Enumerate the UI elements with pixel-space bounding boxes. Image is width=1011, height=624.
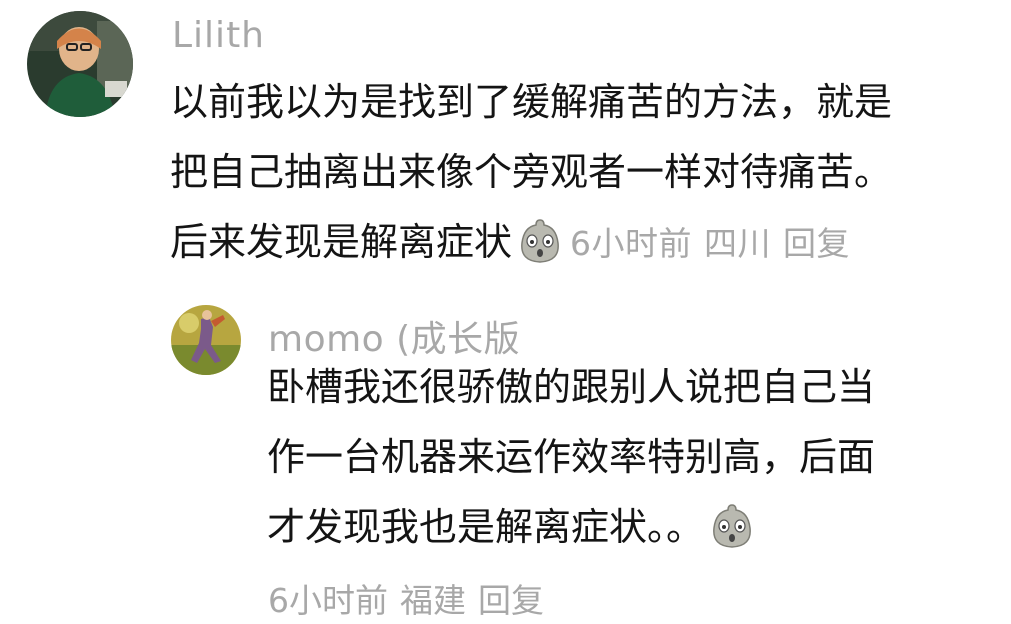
comment-line: 以前我以为是找到了缓解痛苦的方法，就是 [170,80,893,124]
reply-comment-item: momo (成长版 卧槽我还很骄傲的跟别人说把自己当 作一台机器来运作效率特别高… [0,290,1011,624]
avatar-image [27,11,133,117]
comment-meta: 6小时前 福建 回复 [268,574,556,622]
comment-line-last: 才发现我也是解离症状。。 [267,492,875,562]
avatar-image [171,305,241,375]
shocked-face-emoji-icon [516,217,564,265]
shocked-face-emoji-icon [708,502,756,550]
comment-text: 以前我以为是找到了缓解痛苦的方法，就是 把自己抽离出来像个旁观者一样对待痛苦。 … [170,67,892,277]
location: 四川 [704,224,772,263]
comment-line-text: 才发现我也是解离症状。。 [267,505,705,549]
location: 福建 [400,581,466,620]
comment-line-last: 后来发现是解离症状 6小时前 四川 回复 [170,207,892,277]
comment-line: 把自己抽离出来像个旁观者一样对待痛苦。 [170,150,893,194]
comment-line: 作一台机器来运作效率特别高，后面 [267,435,876,479]
timestamp: 6小时前 [268,581,388,620]
avatar[interactable] [27,11,133,117]
comment-line-text: 后来发现是解离症状 [170,220,513,264]
comment-line: 卧槽我还很骄傲的跟别人说把自己当 [267,365,876,409]
comment-item: Lilith 以前我以为是找到了缓解痛苦的方法，就是 把自己抽离出来像个旁观者一… [0,0,1011,270]
avatar[interactable] [171,305,241,375]
comment-meta: 6小时前 四川 回复 [570,224,862,263]
reply-button[interactable]: 回复 [478,581,544,620]
comment-text: 卧槽我还很骄傲的跟别人说把自己当 作一台机器来运作效率特别高，后面 才发现我也是… [267,352,875,562]
reply-button[interactable]: 回复 [783,224,850,263]
timestamp: 6小时前 [570,224,693,263]
username[interactable]: Lilith [172,15,265,56]
